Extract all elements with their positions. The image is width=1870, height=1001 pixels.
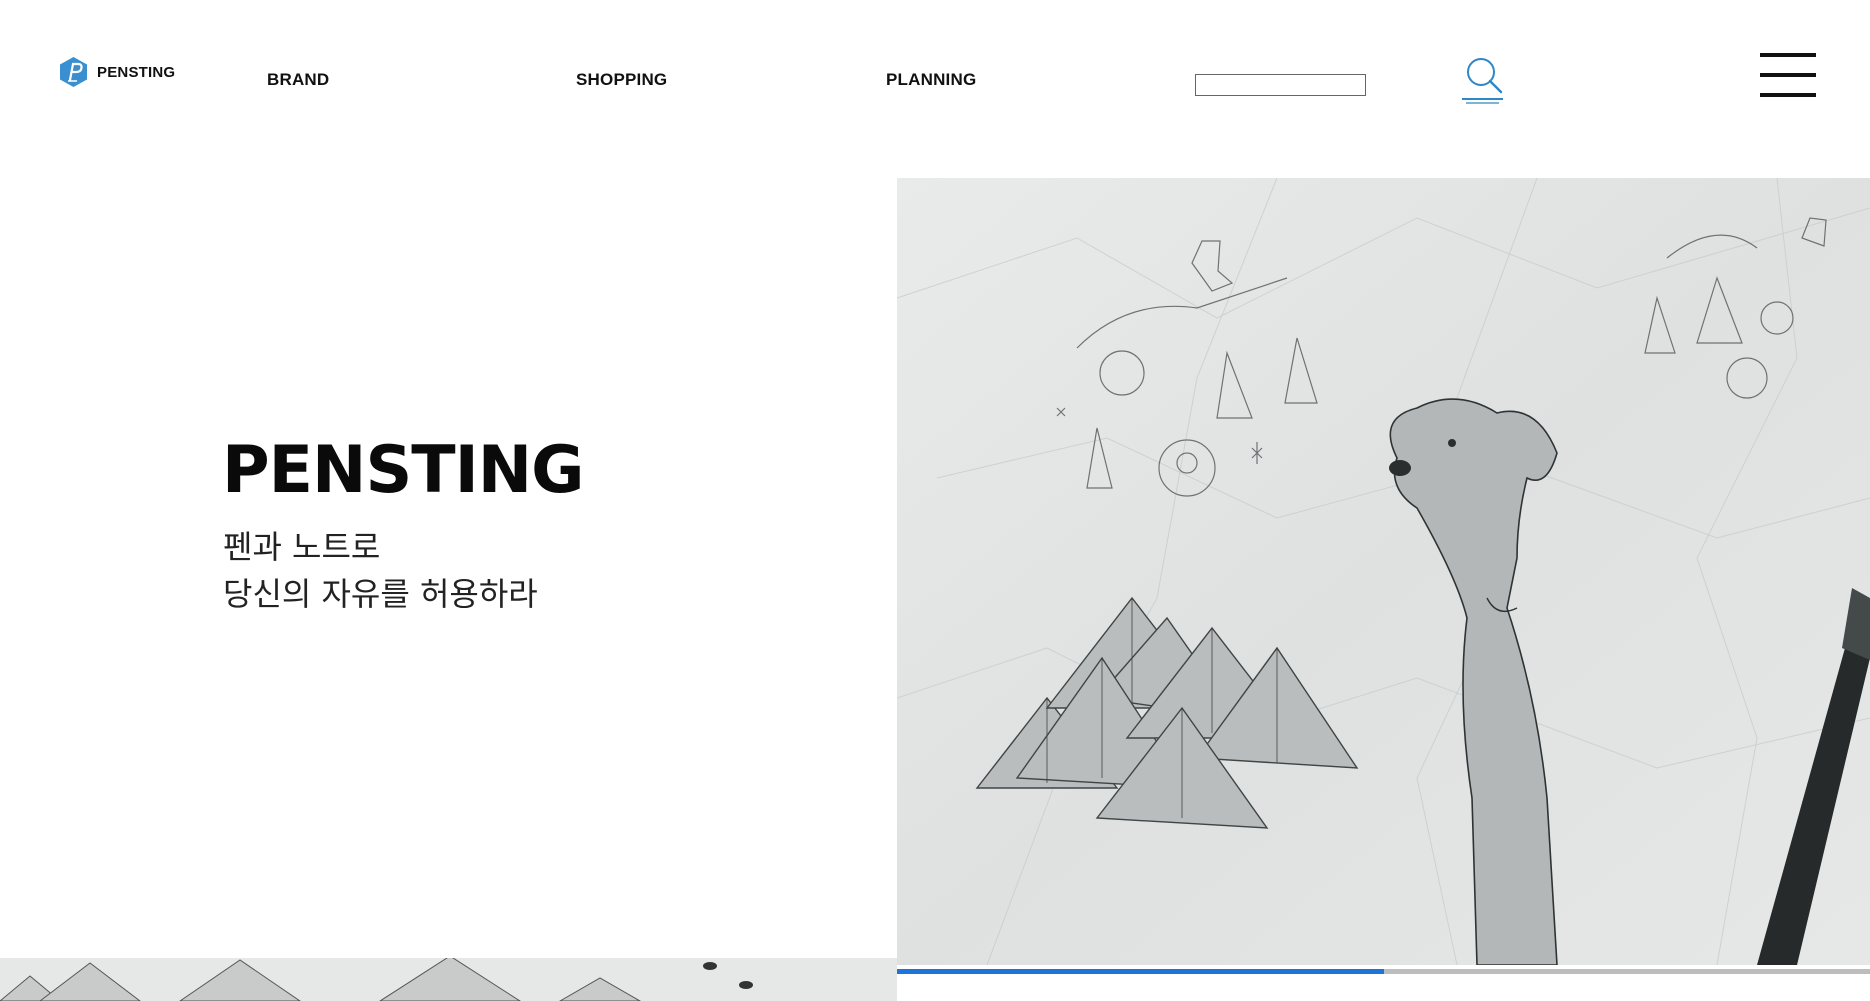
next-section-image <box>0 958 897 1001</box>
hero-slide-image[interactable] <box>897 178 1870 965</box>
logo-text: PENSTING <box>97 63 176 81</box>
slider-progress-bar <box>897 969 1870 974</box>
sketch-dog-mountains-illustration <box>897 178 1870 965</box>
menu-bar <box>1760 53 1816 57</box>
nav-shopping[interactable]: SHOPPING <box>576 70 667 90</box>
menu-bar <box>1760 93 1816 97</box>
logo-link[interactable]: PENSTING <box>58 56 175 88</box>
logo-p-icon <box>60 57 87 87</box>
slider-progress-fill <box>897 969 1384 974</box>
nav-planning[interactable]: PLANNING <box>886 70 976 90</box>
menu-bar <box>1760 73 1816 77</box>
search-input[interactable] <box>1195 74 1366 96</box>
hero-subtitle-line2: 당신의 자유를 허용하라 <box>223 575 538 613</box>
search-icon <box>1462 58 1503 104</box>
site-header: PENSTING BRAND SHOPPING PLANNING <box>0 0 1870 150</box>
hero-subtitle-line1: 펜과 노트로 <box>223 528 381 566</box>
hero-title: PENSTING <box>222 433 585 508</box>
hamburger-menu-icon[interactable] <box>1760 52 1816 98</box>
nav-brand[interactable]: BRAND <box>267 70 329 90</box>
search-button[interactable] <box>1457 54 1509 106</box>
page: PENSTING BRAND SHOPPING PLANNING PENSTIN… <box>0 0 1870 1001</box>
sketch-mountains-strip <box>0 958 897 1001</box>
